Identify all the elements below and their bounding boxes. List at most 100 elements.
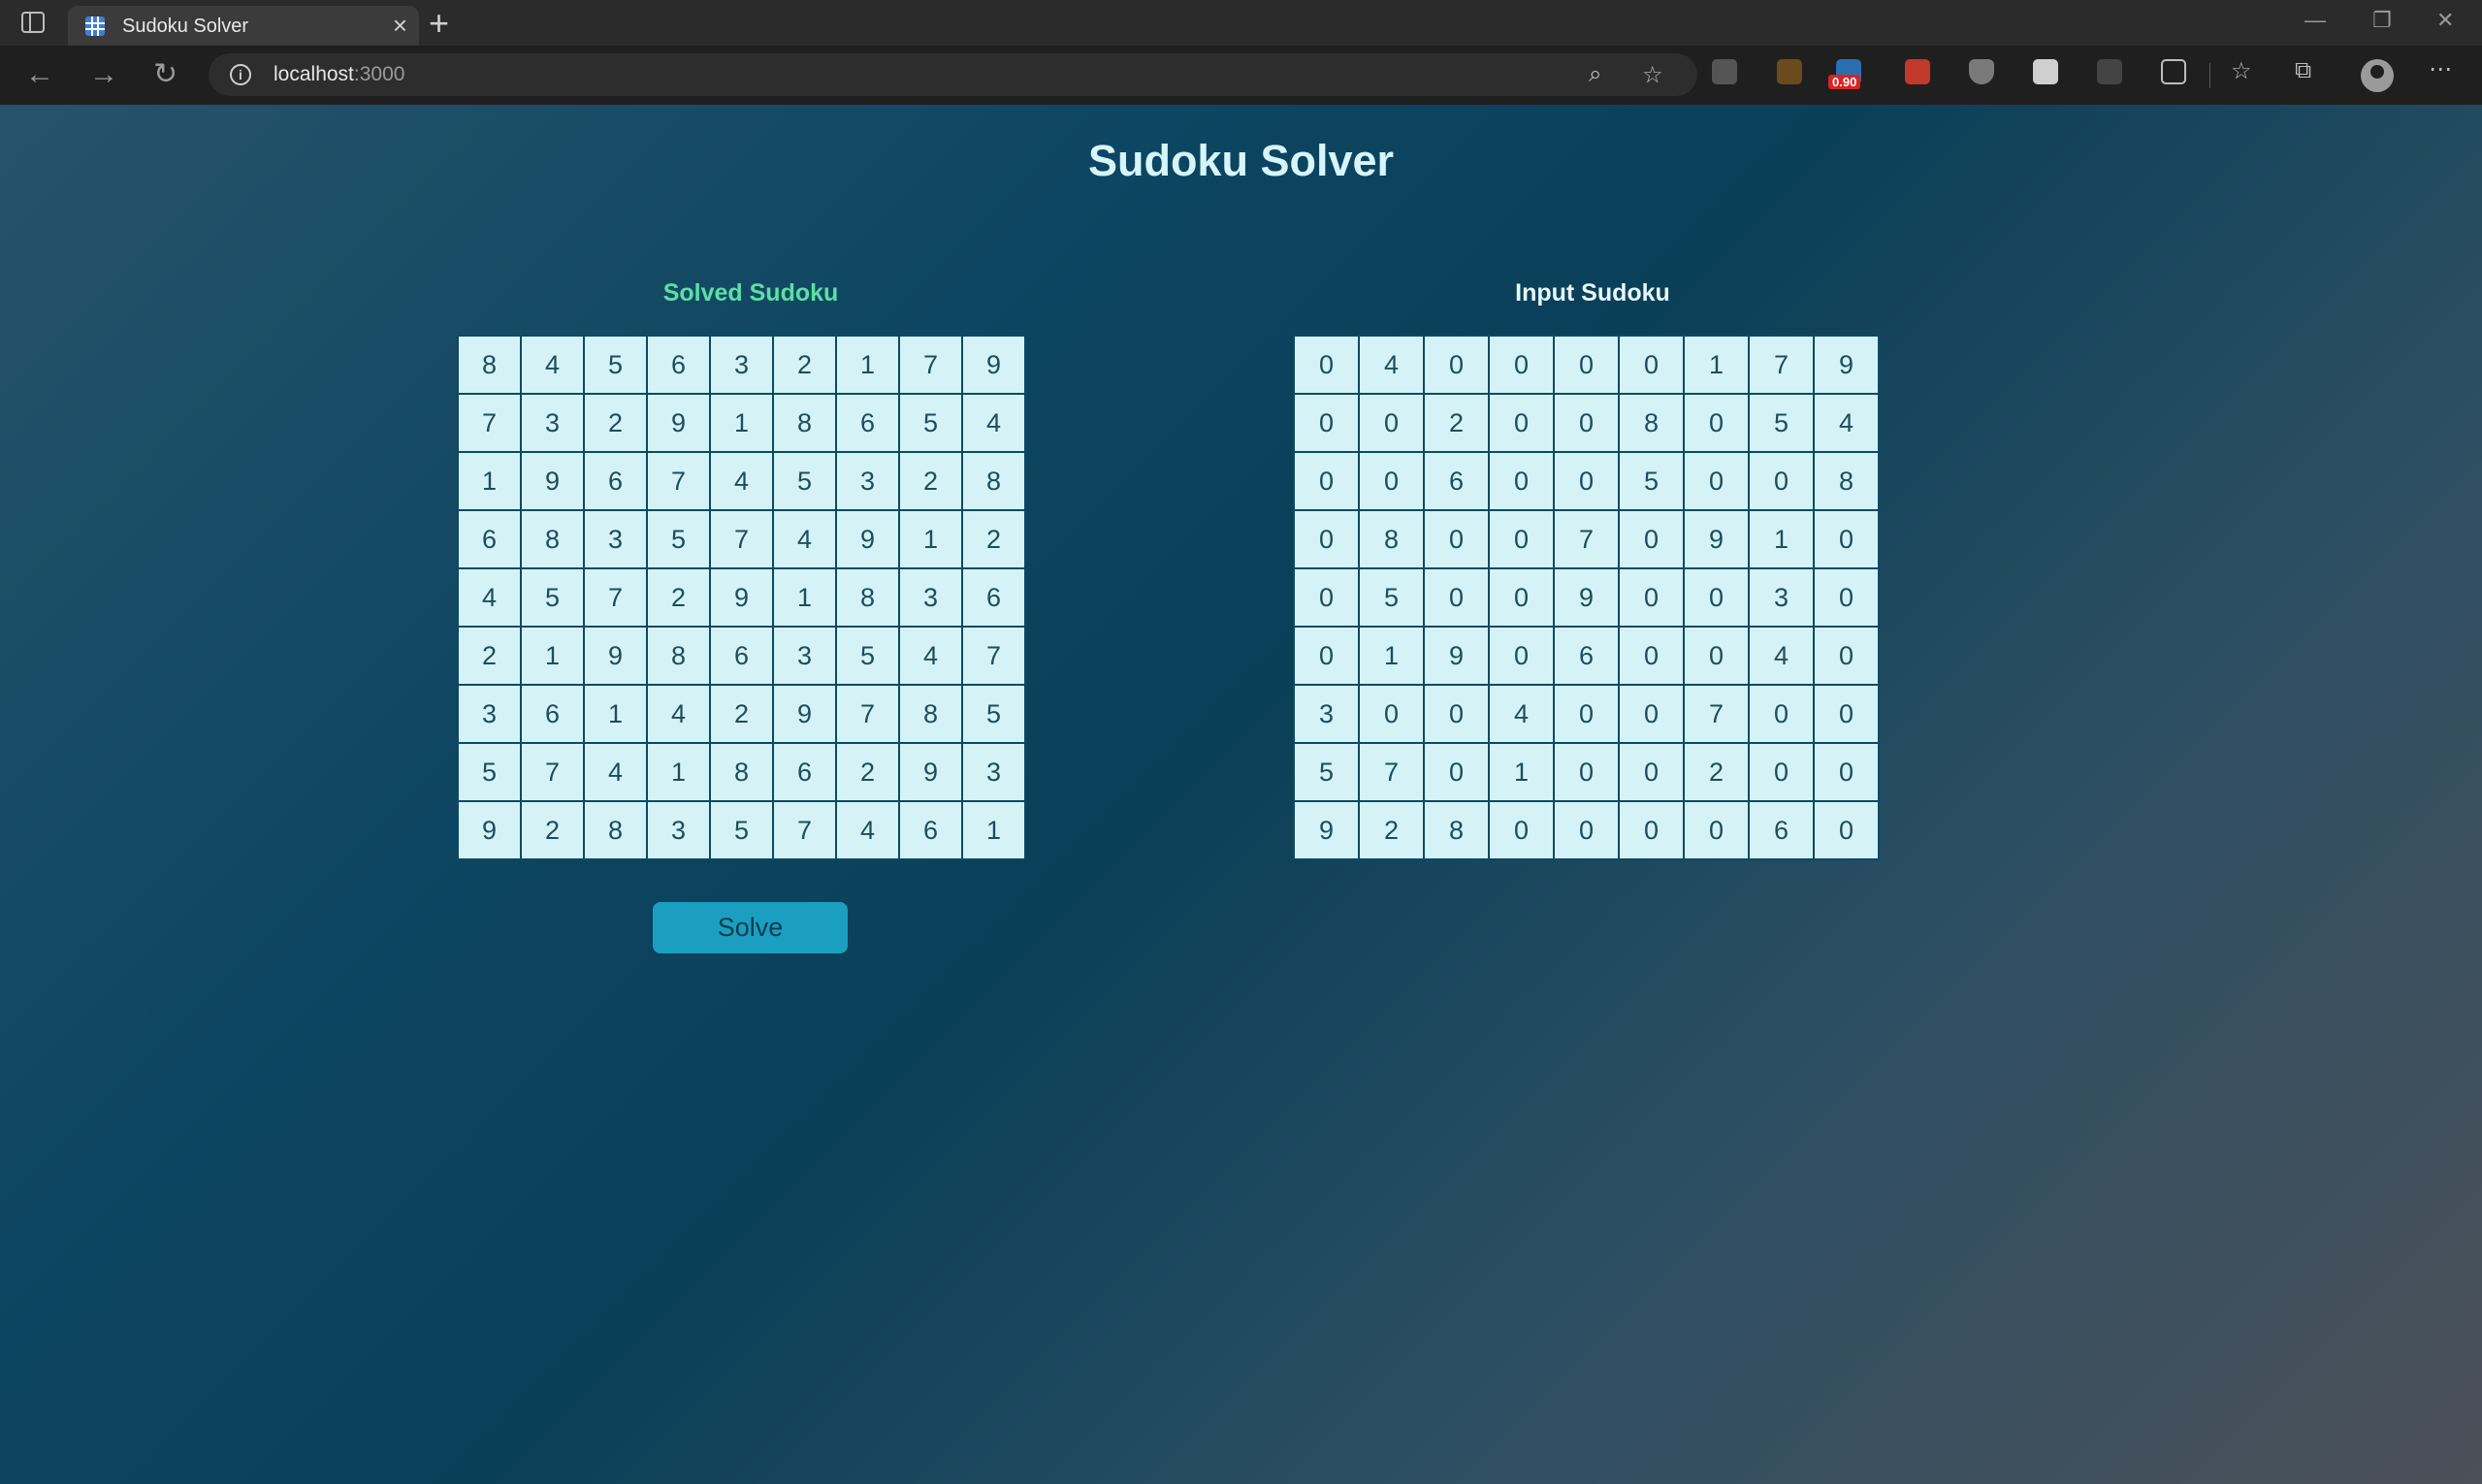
address-bar[interactable]: i localhost:3000 ⌕ ☆ bbox=[209, 53, 1697, 96]
input-cell[interactable]: 0 bbox=[1423, 742, 1490, 802]
input-cell[interactable]: 1 bbox=[1748, 509, 1815, 569]
input-cell[interactable]: 1 bbox=[1683, 335, 1750, 395]
input-cell[interactable]: 6 bbox=[1553, 626, 1620, 686]
input-cell[interactable]: 0 bbox=[1358, 393, 1425, 453]
zoom-icon[interactable]: ⌕ bbox=[1589, 61, 1601, 88]
input-cell[interactable]: 0 bbox=[1683, 393, 1750, 453]
input-cell[interactable]: 9 bbox=[1553, 567, 1620, 628]
input-cell[interactable]: 0 bbox=[1293, 335, 1360, 395]
input-cell[interactable]: 0 bbox=[1553, 800, 1620, 860]
solve-button[interactable]: Solve bbox=[653, 902, 848, 953]
input-cell[interactable]: 0 bbox=[1618, 742, 1685, 802]
input-cell[interactable]: 0 bbox=[1423, 684, 1490, 744]
input-cell[interactable]: 0 bbox=[1293, 393, 1360, 453]
input-cell[interactable]: 0 bbox=[1423, 335, 1490, 395]
input-cell[interactable]: 0 bbox=[1683, 567, 1750, 628]
extension-tool-icon[interactable] bbox=[1777, 59, 1802, 84]
input-cell[interactable]: 0 bbox=[1618, 509, 1685, 569]
favorite-add-icon[interactable]: ☆ bbox=[1642, 61, 1663, 89]
input-cell[interactable]: 0 bbox=[1813, 684, 1880, 744]
input-cell[interactable]: 0 bbox=[1293, 626, 1360, 686]
input-cell[interactable]: 0 bbox=[1618, 335, 1685, 395]
input-cell[interactable]: 0 bbox=[1358, 451, 1425, 511]
extension-bracket-icon[interactable] bbox=[2033, 59, 2058, 84]
input-cell[interactable]: 9 bbox=[1683, 509, 1750, 569]
input-cell[interactable]: 6 bbox=[1423, 451, 1490, 511]
input-cell[interactable]: 0 bbox=[1488, 567, 1555, 628]
forward-icon[interactable]: → bbox=[89, 57, 118, 92]
input-cell[interactable]: 0 bbox=[1553, 393, 1620, 453]
input-cell[interactable]: 9 bbox=[1293, 800, 1360, 860]
input-cell[interactable]: 2 bbox=[1683, 742, 1750, 802]
input-cell[interactable]: 4 bbox=[1488, 684, 1555, 744]
input-cell[interactable]: 0 bbox=[1293, 509, 1360, 569]
input-cell[interactable]: 0 bbox=[1293, 567, 1360, 628]
input-cell[interactable]: 0 bbox=[1748, 451, 1815, 511]
input-cell[interactable]: 0 bbox=[1813, 742, 1880, 802]
input-cell[interactable]: 0 bbox=[1553, 684, 1620, 744]
minimize-icon[interactable]: — bbox=[2305, 8, 2326, 33]
input-cell[interactable]: 0 bbox=[1488, 626, 1555, 686]
extension-dark-icon[interactable] bbox=[2097, 59, 2122, 84]
input-cell[interactable]: 0 bbox=[1293, 451, 1360, 511]
input-cell[interactable]: 8 bbox=[1618, 393, 1685, 453]
input-cell[interactable]: 8 bbox=[1423, 800, 1490, 860]
input-cell[interactable]: 5 bbox=[1358, 567, 1425, 628]
browser-tab[interactable]: Sudoku Solver × bbox=[68, 6, 419, 46]
extensions-puzzle-icon[interactable] bbox=[2161, 59, 2186, 84]
input-cell[interactable]: 0 bbox=[1488, 509, 1555, 569]
input-cell[interactable]: 4 bbox=[1748, 626, 1815, 686]
url-text[interactable]: localhost:3000 bbox=[274, 63, 404, 86]
input-cell[interactable]: 7 bbox=[1748, 335, 1815, 395]
profile-avatar[interactable] bbox=[2361, 59, 2394, 92]
extension-shield-icon[interactable] bbox=[1969, 59, 1994, 84]
tab-close-icon[interactable]: × bbox=[393, 12, 407, 39]
favorites-icon[interactable]: ☆ bbox=[2231, 57, 2252, 85]
input-cell[interactable]: 7 bbox=[1683, 684, 1750, 744]
input-cell[interactable]: 0 bbox=[1748, 742, 1815, 802]
input-cell[interactable]: 0 bbox=[1813, 567, 1880, 628]
input-cell[interactable]: 1 bbox=[1358, 626, 1425, 686]
tab-actions-icon[interactable] bbox=[21, 12, 45, 33]
input-cell[interactable]: 7 bbox=[1553, 509, 1620, 569]
input-cell[interactable]: 0 bbox=[1813, 800, 1880, 860]
input-cell[interactable]: 0 bbox=[1618, 800, 1685, 860]
window-close-icon[interactable]: ✕ bbox=[2436, 8, 2454, 33]
input-cell[interactable]: 0 bbox=[1748, 684, 1815, 744]
input-cell[interactable]: 8 bbox=[1813, 451, 1880, 511]
input-cell[interactable]: 8 bbox=[1358, 509, 1425, 569]
input-cell[interactable]: 0 bbox=[1683, 451, 1750, 511]
input-cell[interactable]: 9 bbox=[1813, 335, 1880, 395]
input-cell[interactable]: 4 bbox=[1813, 393, 1880, 453]
input-cell[interactable]: 2 bbox=[1423, 393, 1490, 453]
new-tab-icon[interactable]: + bbox=[429, 4, 449, 43]
input-cell[interactable]: 0 bbox=[1488, 393, 1555, 453]
input-cell[interactable]: 0 bbox=[1683, 626, 1750, 686]
input-cell[interactable]: 5 bbox=[1748, 393, 1815, 453]
input-cell[interactable]: 0 bbox=[1423, 509, 1490, 569]
input-cell[interactable]: 4 bbox=[1358, 335, 1425, 395]
input-cell[interactable]: 7 bbox=[1358, 742, 1425, 802]
input-cell[interactable]: 5 bbox=[1618, 451, 1685, 511]
back-icon[interactable]: ← bbox=[25, 57, 54, 92]
input-cell[interactable]: 0 bbox=[1358, 684, 1425, 744]
collections-icon[interactable]: ⧉ bbox=[2295, 57, 2311, 84]
input-cell[interactable]: 0 bbox=[1618, 567, 1685, 628]
input-cell[interactable]: 1 bbox=[1488, 742, 1555, 802]
input-cell[interactable]: 0 bbox=[1553, 335, 1620, 395]
input-cell[interactable]: 0 bbox=[1683, 800, 1750, 860]
input-cell[interactable]: 0 bbox=[1488, 335, 1555, 395]
input-cell[interactable]: 0 bbox=[1423, 567, 1490, 628]
input-cell[interactable]: 0 bbox=[1813, 626, 1880, 686]
input-cell[interactable]: 5 bbox=[1293, 742, 1360, 802]
extension-red-icon[interactable] bbox=[1905, 59, 1930, 84]
input-cell[interactable]: 0 bbox=[1618, 684, 1685, 744]
input-cell[interactable]: 6 bbox=[1748, 800, 1815, 860]
reload-icon[interactable]: ↻ bbox=[153, 57, 177, 92]
input-cell[interactable]: 0 bbox=[1488, 800, 1555, 860]
input-cell[interactable]: 0 bbox=[1618, 626, 1685, 686]
input-cell[interactable]: 3 bbox=[1748, 567, 1815, 628]
input-cell[interactable]: 3 bbox=[1293, 684, 1360, 744]
input-cell[interactable]: 2 bbox=[1358, 800, 1425, 860]
input-cell[interactable]: 0 bbox=[1553, 742, 1620, 802]
